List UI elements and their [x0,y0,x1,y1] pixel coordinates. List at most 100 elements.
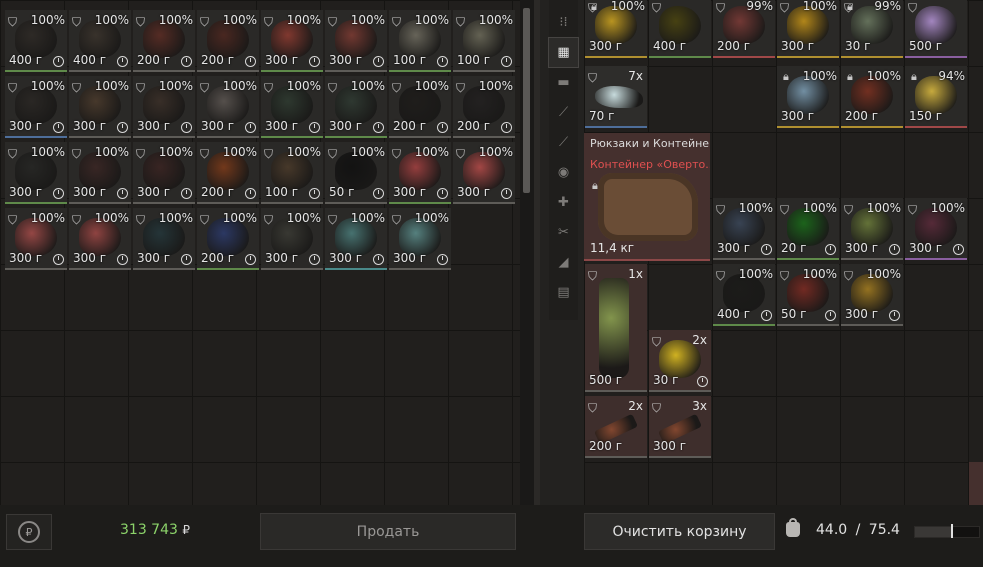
item-weight: 300 г [717,241,751,255]
item-weight: 100 г [457,53,491,67]
inventory-item[interactable]: ⛉ 100% 200 г [453,76,515,138]
inventory-item[interactable]: ⛉ 100% 20 г [777,198,839,260]
inventory-item[interactable]: ⛉ 100% 400 г [69,10,131,72]
inventory-item[interactable]: ⛉ 100% 50 г [325,142,387,204]
armor-icon[interactable]: ▬ [549,68,578,97]
inventory-item[interactable]: ⛉ 100% 200 г [197,208,259,270]
shield-icon: ⛉ [588,71,598,85]
inventory-item[interactable]: ⛉ 100% 300 г [69,142,131,204]
inventory-item[interactable]: ⛉ 100% 50 г [777,264,839,326]
clock-icon [53,188,64,199]
inventory-item[interactable]: ⛉ 99% 200 г [713,0,775,58]
inventory-item[interactable]: ⛉ 100% 300 г [197,76,259,138]
item-weight: 300 г [73,185,107,199]
inventory-item[interactable]: ⛉ 100% 300 г [133,76,195,138]
inventory-item[interactable]: ⛉ 100% 300 г [389,142,451,204]
shield-icon: ⛉ [136,213,146,227]
inventory-item[interactable]: ⛉ 100% 300 г [325,208,387,270]
inventory-item[interactable]: ⛉ 100% 300 г [133,208,195,270]
inventory-item[interactable]: ⛉ 🔒︎ 99% 30 г [841,0,903,58]
item-durability: 100% [286,79,321,93]
list-icon[interactable]: ⁝⁞ [549,8,578,37]
clock-icon [953,244,964,255]
inventory-item[interactable]: ⛉ 400 г [649,0,711,58]
inventory-item[interactable]: ⛉ 100% 200 г [389,76,451,138]
inventory-item[interactable]: ⛉ 100% 300 г [261,76,323,138]
currency-button[interactable]: ₽ [6,514,52,550]
weight-current: 44.0 [816,522,848,538]
item-durability: 100% [30,13,65,27]
clock-icon [309,254,320,265]
inventory-item[interactable]: ⛉ 100% 300 г [5,208,67,270]
inventory-item[interactable]: ⛉ 500 г [905,0,967,58]
item-durability: 100% [94,211,129,225]
sell-button[interactable]: Продать [260,513,516,550]
inventory-item[interactable]: 🔒︎ 100% 300 г [777,66,839,128]
backpack-item[interactable]: Рюкзаки и Контейне... Контейнер «Оверто.… [584,133,710,261]
inventory-item[interactable]: ⛉ 100% 300 г [5,76,67,138]
inventory-item[interactable]: ⛉ 100% 300 г [325,76,387,138]
inventory-item[interactable]: 🔒︎ 100% 200 г [841,66,903,128]
inventory-item[interactable]: ⛉ 100% 300 г [261,208,323,270]
grenade-icon[interactable]: ◉ [549,158,578,187]
item-weight: 400 г [653,39,687,53]
inventory-item[interactable]: ⛉ 100% 200 г [197,142,259,204]
inventory-item[interactable]: ⛉ 100% 100 г [261,142,323,204]
inventory-item[interactable]: ⛉ 100% 300 г [69,76,131,138]
inventory-item[interactable]: ⛉ 100% 300 г [453,142,515,204]
inventory-item[interactable]: ⛉ 100% 200 г [133,10,195,72]
inventory-item[interactable]: ⛉ 100% 300 г [841,198,903,260]
inventory-item[interactable]: ⛉ 3x 300 г [649,396,711,458]
tools-icon[interactable]: ✂ [549,218,578,247]
inventory-item[interactable]: ⛉ 100% 300 г [777,0,839,58]
inventory-item[interactable]: ⛉ 1x 500 г [585,264,647,392]
item-durability: 100% [414,145,449,159]
inventory-item[interactable]: ⛉ 100% 300 г [5,142,67,204]
panel-divider [534,0,540,505]
scrollbar-thumb[interactable] [523,8,530,193]
inventory-item[interactable]: ⛉ 100% 100 г [389,10,451,72]
item-count: 1x [628,267,643,281]
shield-icon: ⛉ [264,213,274,227]
inventory-item[interactable]: ⛉ 100% 400 г [713,264,775,326]
item-durability: 100% [222,13,257,27]
item-durability: 100% [610,0,645,13]
inventory-item[interactable]: ⛉ 100% 300 г [261,10,323,72]
inventory-item[interactable]: ⛉ 2x 200 г [585,396,647,458]
sell-scrollbar[interactable] [520,0,534,505]
clear-basket-button[interactable]: Очистить корзину [584,513,775,550]
weight-bar [914,524,980,538]
inventory-item[interactable]: ⛉ 🔒︎ 100% 300 г [585,0,647,58]
inventory-item[interactable]: ⛉ 100% 300 г [325,10,387,72]
item-weight: 100 г [393,53,427,67]
container-icon[interactable]: ▤ [549,278,578,307]
inventory-item[interactable]: ⛉ 100% 300 г [133,142,195,204]
item-weight: 300 г [457,185,491,199]
clock-icon [117,122,128,133]
item-durability: 100% [478,79,513,93]
weapon-icon[interactable]: ⟋ [549,98,578,127]
inventory-item[interactable]: ⛉ 100% 100 г [453,10,515,72]
medkit-icon[interactable]: ✚ [549,188,578,217]
ammo-icon[interactable]: ⟋ [549,128,578,157]
shield-icon: ⛉ [72,81,82,95]
clock-icon [309,122,320,133]
inventory-item[interactable]: ⛉ 100% 300 г [841,264,903,326]
grid-icon[interactable]: ▦ [548,37,579,68]
weight-bar-marker [951,524,954,538]
inventory-item[interactable]: ⛉ 7x 70 г [585,66,647,128]
inventory-item[interactable]: ⛉ 100% 300 г [69,208,131,270]
inventory-item[interactable]: ⛉ 2x 30 г [649,330,711,392]
category-filter-bar: ⁝⁞ ▦ ▬ ⟋ ⟋ ◉ ✚ ✂ ◢ ▤ [548,0,579,320]
backpack-name: Контейнер «Оверто... [590,158,710,171]
inventory-item[interactable]: ⛉ 100% 300 г [389,208,451,270]
inventory-item[interactable]: ⛉ 100% 200 г [197,10,259,72]
inventory-item[interactable]: ⛉ 100% 300 г [713,198,775,260]
item-weight: 500 г [589,373,623,387]
clock-icon [373,254,384,265]
clock-icon [437,254,448,265]
inventory-item[interactable]: ⛉ 100% 300 г [905,198,967,260]
parts-icon[interactable]: ◢ [549,248,578,277]
inventory-item[interactable]: ⛉ 100% 400 г [5,10,67,72]
inventory-item[interactable]: 🔒︎ 94% 150 г [905,66,967,128]
